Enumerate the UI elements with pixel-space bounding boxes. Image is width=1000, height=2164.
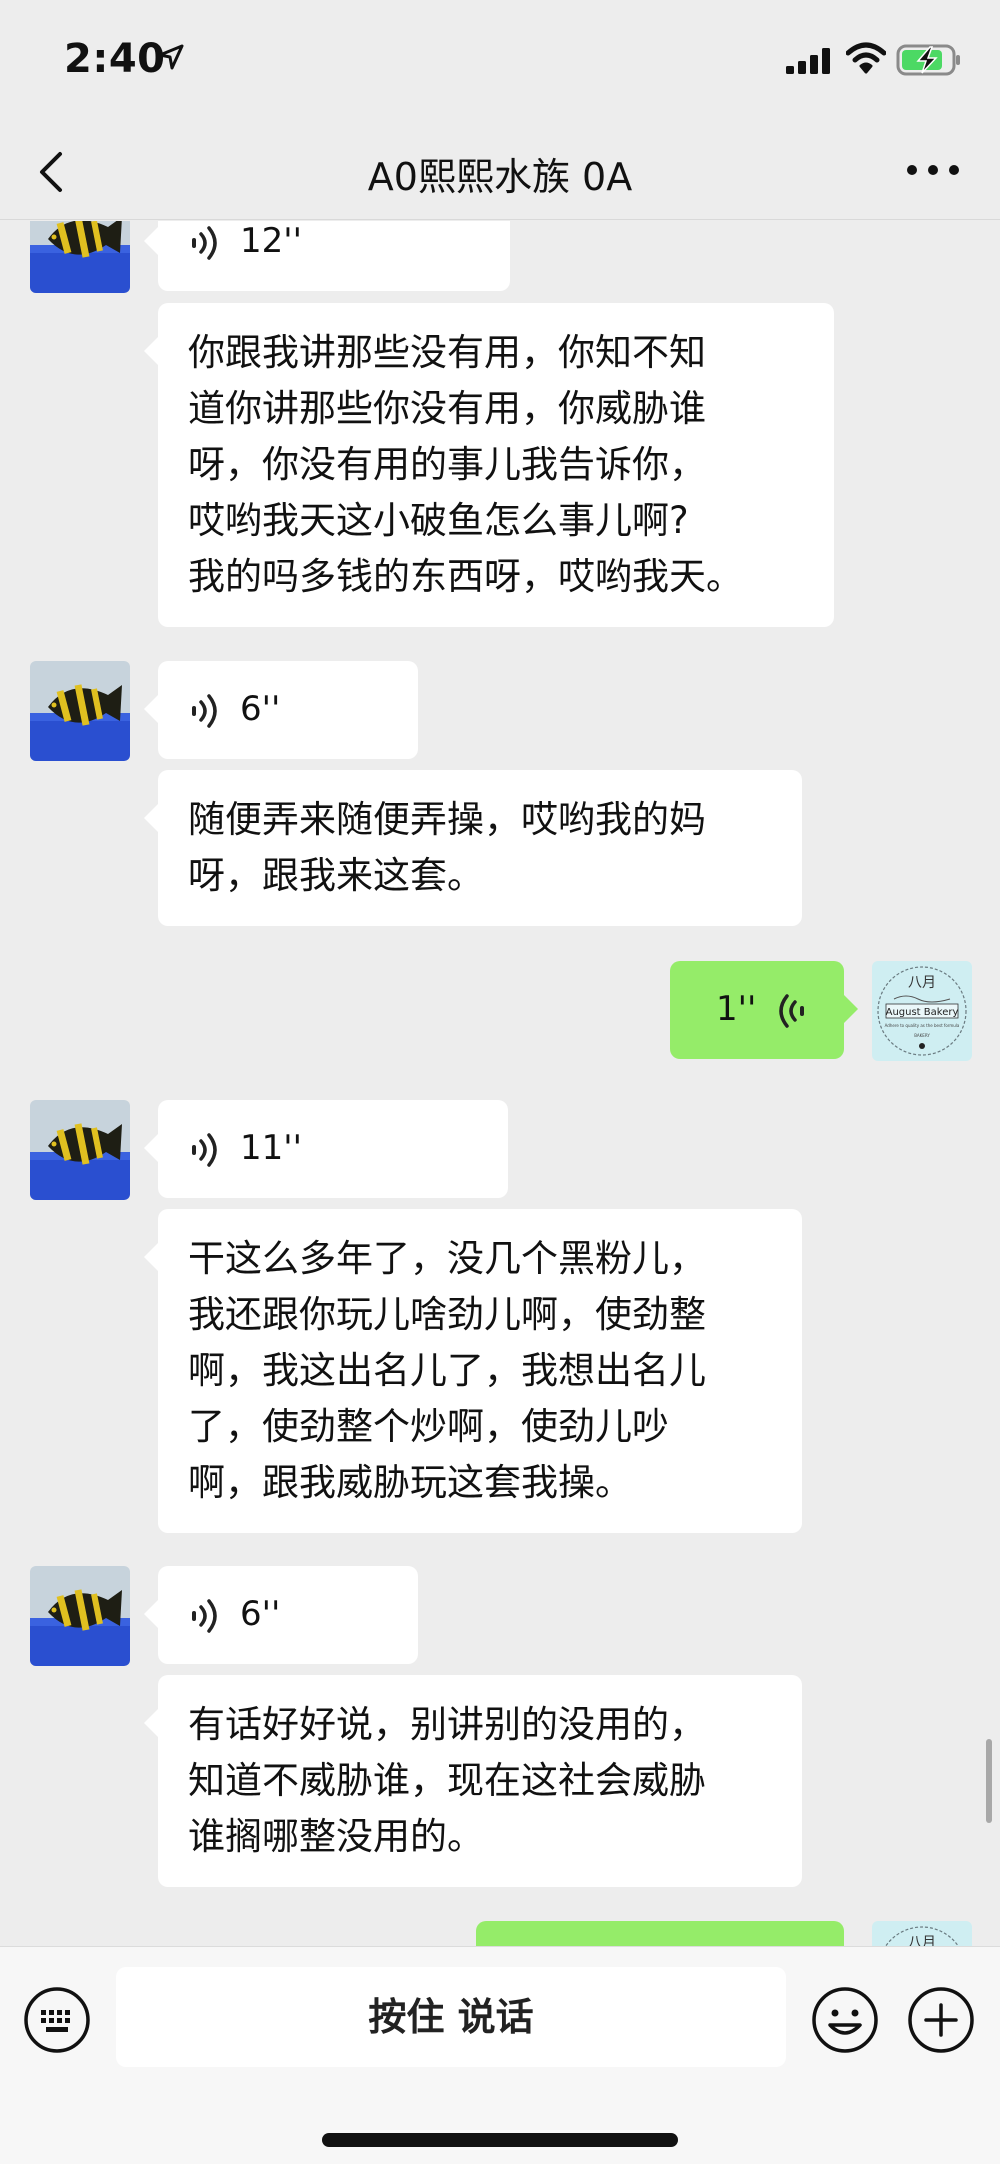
emoji-icon[interactable] [810, 1985, 880, 2055]
my-avatar[interactable]: 八月 August Bakery Adhere to quality as th… [872, 961, 972, 1061]
bakery-logo-top: 八月 [908, 975, 936, 991]
voice-duration: 6'' [240, 1594, 281, 1634]
voice-message[interactable]: 11'' [144, 1100, 508, 1198]
signal-icon [786, 48, 830, 74]
voice-duration: 12'' [240, 221, 302, 261]
contact-avatar[interactable] [30, 661, 130, 761]
status-bar: 2:40 [0, 0, 1000, 120]
voice-message[interactable]: 12'' [144, 221, 510, 291]
voice-wave-icon [192, 1133, 217, 1167]
plus-icon[interactable] [906, 1985, 976, 2055]
bakery-logo-bottom: BAKERY [914, 1033, 930, 1038]
scroll-indicator[interactable] [986, 1739, 992, 1823]
voice-wave-icon [779, 994, 804, 1028]
bakery-logo-mid: August Bakery [886, 1007, 959, 1018]
hold-to-talk-button[interactable]: 按住 说话 [116, 1967, 786, 2067]
bakery-logo-top: 八月 [908, 1935, 936, 1946]
voice-wave-icon [192, 1599, 217, 1633]
home-indicator[interactable] [322, 2133, 678, 2147]
input-bar: 按住 说话 [0, 1946, 1000, 2164]
contact-avatar[interactable] [30, 221, 130, 293]
chat-title: A0熙熙水族 0A [367, 155, 633, 199]
my-voice-message[interactable]: 1'' [670, 961, 858, 1059]
keyboard-icon[interactable] [22, 1985, 92, 2055]
chat-header: A0熙熙水族 0A [0, 120, 1000, 220]
contact-avatar[interactable] [30, 1100, 130, 1200]
more-dots-icon[interactable] [905, 160, 961, 180]
wifi-icon [846, 42, 886, 74]
text-message[interactable]: 干这么多年了，没几个黑粉儿， 我还跟你玩儿啥劲儿啊，使劲整 啊，我这出名儿了，我… [144, 1209, 802, 1533]
text-message[interactable]: 随便弄来随便弄操，哎哟我的妈 呀，跟我来这套。 [144, 770, 802, 926]
bakery-logo-small: Adhere to quality as the best formula [885, 1023, 960, 1028]
my-voice-message[interactable] [476, 1921, 844, 1946]
voice-duration: 11'' [240, 1128, 302, 1168]
contact-avatar[interactable] [30, 1566, 130, 1666]
voice-duration: 1'' [716, 989, 757, 1029]
text-message[interactable]: 有话好好说，别讲别的没用的， 知道不威胁谁，现在这社会威胁 谁搁哪整没用的。 [144, 1675, 802, 1887]
voice-message[interactable]: 6'' [144, 661, 418, 759]
voice-message[interactable]: 6'' [144, 1566, 418, 1664]
location-arrow-icon [158, 44, 184, 70]
text-message[interactable]: 你跟我讲那些没有用，你知不知 道你讲那些你没有用，你威胁谁 呀，你没有用的事儿我… [144, 303, 834, 627]
voice-duration: 6'' [240, 689, 281, 729]
voice-wave-icon [192, 226, 217, 260]
battery-charging-icon [896, 44, 960, 76]
message-list[interactable]: 12'' 你跟我讲那些没有用，你知不知 道你讲那些你没有用，你威胁谁 呀，你没有… [0, 221, 1000, 1946]
status-time: 2:40 [64, 36, 166, 82]
my-avatar[interactable]: 八月 [872, 1921, 972, 1946]
voice-wave-icon [192, 694, 217, 728]
